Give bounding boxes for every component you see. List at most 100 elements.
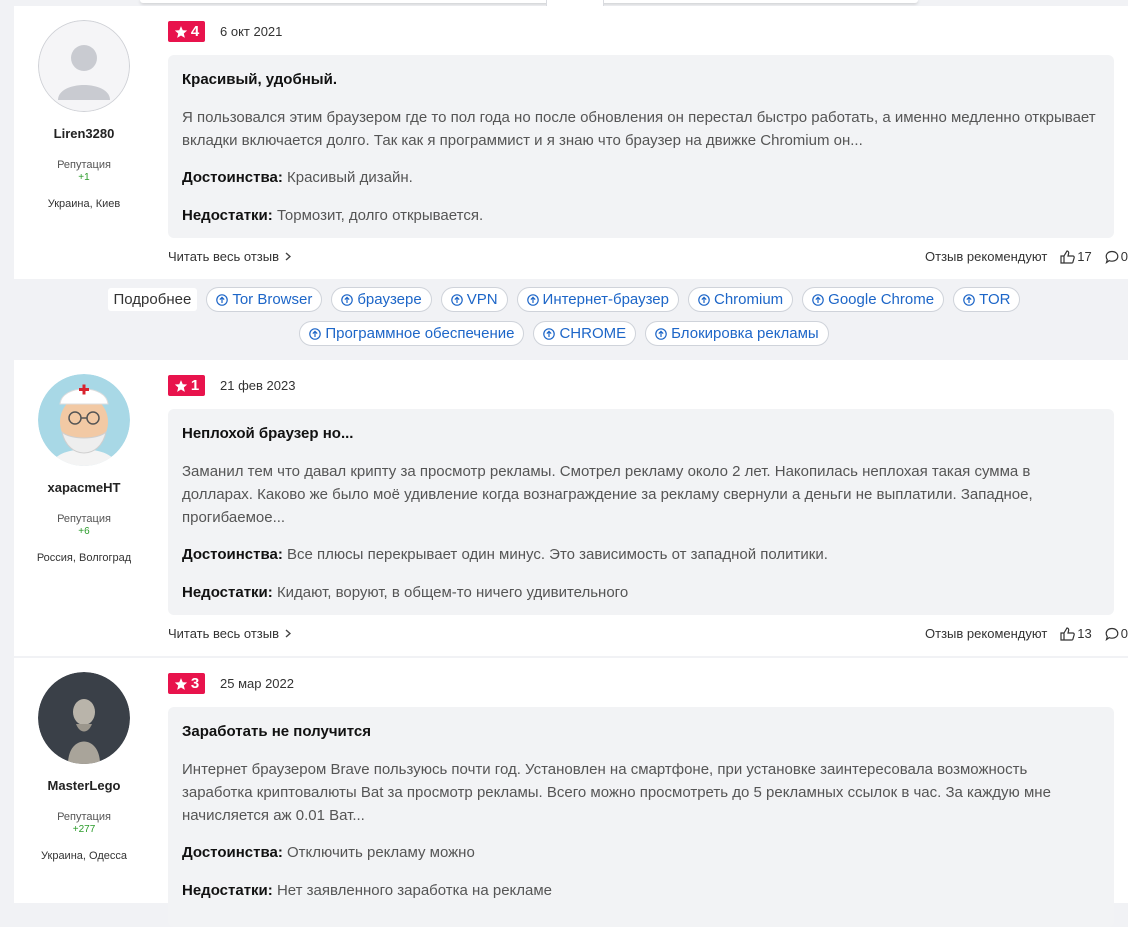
review-card: MasterLego Репутация +277 Украина, Одесс… xyxy=(14,658,1128,927)
tag-link[interactable]: Chromium xyxy=(687,287,794,312)
read-more-link[interactable]: Читать весь отзыв xyxy=(168,626,292,641)
like-button[interactable]: 13 xyxy=(1060,626,1092,641)
top-popup-edge xyxy=(140,0,918,3)
review-pros: Достоинства: Отключить рекламу можно xyxy=(182,841,1100,864)
read-more-label: Читать весь отзыв xyxy=(168,626,280,641)
tag-link[interactable]: VPN xyxy=(440,287,508,312)
pros-label: Достоинства: xyxy=(182,546,283,563)
username[interactable]: MasterLego xyxy=(14,778,154,793)
review-date: 25 мар 2022 xyxy=(220,676,295,691)
comment-count: 0 xyxy=(1120,626,1128,641)
recommend-block: Отзыв рекомендуют 13 0 xyxy=(925,626,1128,641)
tag-link[interactable]: Google Chrome xyxy=(802,287,945,312)
review-text: Интернет браузером Brave пользуюсь почти… xyxy=(182,761,1051,824)
arrow-up-circle-icon xyxy=(698,293,710,306)
rating-value: 1 xyxy=(190,377,200,394)
tag-link[interactable]: Tor Browser xyxy=(206,287,323,312)
tag-label: Интернет-браузер xyxy=(542,291,669,308)
review-cons: Недостатки: Кидают, воруют, в общем-то н… xyxy=(182,581,1100,604)
review-header: 1 21 фев 2023 xyxy=(168,375,295,396)
review-text: Я пользовался этим браузером где то пол … xyxy=(182,109,1096,149)
review-footer: Читать весь отзыв Отзыв рекомендуют 17 0 xyxy=(168,249,1128,264)
cons-text: Кидают, воруют, в общем-то ничего удивит… xyxy=(276,584,629,601)
avatar[interactable] xyxy=(38,20,130,112)
avatar[interactable] xyxy=(38,672,130,764)
tag-label: браузере xyxy=(357,291,422,308)
tags-row: Программное обеспечение CHROME Блокировк… xyxy=(0,321,1128,346)
tags-section: Подробнее Tor Browser браузере VPN Интер… xyxy=(0,287,1128,346)
rating-badge: 1 xyxy=(168,375,205,396)
cons-text: Тормозит, долго открывается. xyxy=(276,207,484,224)
review-cons: Недостатки: Нет заявленного заработка на… xyxy=(182,879,1100,902)
reputation-value: +1 xyxy=(78,172,90,183)
pros-text: Все плюсы перекрывает один минус. Это за… xyxy=(287,546,828,563)
reputation-label: Репутация xyxy=(57,811,111,823)
tag-link[interactable]: Программное обеспечение xyxy=(299,321,525,346)
tag-link[interactable]: Блокировка рекламы xyxy=(645,321,829,346)
thumbs-up-icon xyxy=(1060,249,1076,264)
arrow-up-circle-icon xyxy=(543,327,556,340)
like-count: 17 xyxy=(1077,249,1092,264)
review-author: MasterLego Репутация +277 Украина, Одесс… xyxy=(14,658,154,862)
review-cons: Недостатки: Тормозит, долго открывается. xyxy=(182,204,1100,227)
more-label: Подробнее xyxy=(107,288,198,311)
arrow-up-circle-icon xyxy=(216,293,229,306)
cons-label: Недостатки: xyxy=(182,584,273,601)
review-pros: Достоинства: Все плюсы перекрывает один … xyxy=(182,543,1100,566)
recommend-label: Отзыв рекомендуют xyxy=(925,249,1048,264)
reputation-label: Репутация xyxy=(57,159,111,171)
read-more-link[interactable]: Читать весь отзыв xyxy=(168,249,292,264)
arrow-up-circle-icon xyxy=(526,293,539,306)
review-text: Заманил тем что давал крипту за просмотр… xyxy=(182,463,1033,526)
like-count: 13 xyxy=(1077,626,1092,641)
reputation-label: Репутация xyxy=(57,513,111,525)
tag-label: CHROME xyxy=(559,325,627,342)
username[interactable]: Liren3280 xyxy=(14,126,154,141)
tag-label: Chromium xyxy=(713,291,784,308)
review-card: харасmeНТ Репутация +6 Россия, Волгоград… xyxy=(14,360,1128,656)
arrow-up-circle-icon xyxy=(655,327,667,340)
comment-count: 0 xyxy=(1120,249,1128,264)
review-date: 6 окт 2021 xyxy=(220,24,283,39)
comment-button[interactable]: 0 xyxy=(1105,626,1128,641)
review-title[interactable]: Красивый, удобный. xyxy=(182,71,1100,88)
tag-link[interactable]: Интернет-браузер xyxy=(516,287,679,312)
pros-text: Красивый дизайн. xyxy=(287,169,413,186)
tag-link[interactable]: браузере xyxy=(331,287,432,312)
review-title[interactable]: Заработать не получится xyxy=(182,723,1100,740)
review-header: 4 6 окт 2021 xyxy=(168,21,282,42)
author-location: Украина, Киев xyxy=(47,198,121,210)
review-header: 3 25 мар 2022 xyxy=(168,673,294,694)
avatar[interactable] xyxy=(38,374,130,466)
pros-label: Достоинства: xyxy=(182,169,283,186)
pros-text: Отключить рекламу можно xyxy=(287,844,475,861)
tag-link[interactable]: CHROME xyxy=(533,321,637,346)
review-body: Неплохой браузер но... Заманил тем что д… xyxy=(168,409,1114,615)
arrow-up-circle-icon xyxy=(341,293,354,306)
author-location: Россия, Волгоград xyxy=(36,552,132,564)
tags-row: Подробнее Tor Browser браузере VPN Интер… xyxy=(0,287,1128,312)
star-icon xyxy=(174,379,187,392)
comment-button[interactable]: 0 xyxy=(1105,249,1128,264)
review-title[interactable]: Неплохой браузер но... xyxy=(182,425,1100,442)
review-card: Liren3280 Репутация +1 Украина, Киев 4 6… xyxy=(14,6,1128,279)
reputation-value: +6 xyxy=(78,526,90,537)
recommend-label: Отзыв рекомендуют xyxy=(925,626,1048,641)
star-icon xyxy=(174,677,187,690)
chevron-right-icon xyxy=(285,629,292,638)
tag-label: Tor Browser xyxy=(232,291,313,308)
chevron-right-icon xyxy=(285,252,292,261)
like-button[interactable]: 17 xyxy=(1060,249,1092,264)
review-body: Заработать не получится Интернет браузер… xyxy=(168,707,1114,927)
thumbs-up-icon xyxy=(1060,626,1076,641)
rating-value: 4 xyxy=(190,23,200,40)
arrow-up-circle-icon xyxy=(309,327,322,340)
doctor-avatar-icon xyxy=(38,374,130,466)
default-avatar-icon xyxy=(38,20,130,112)
username[interactable]: харасmeНТ xyxy=(14,480,154,495)
tag-link[interactable]: TOR xyxy=(953,287,1021,312)
rating-badge: 3 xyxy=(168,673,205,694)
cons-label: Недостатки: xyxy=(182,207,273,224)
tag-label: Программное обеспечение xyxy=(325,325,515,342)
arrow-up-circle-icon xyxy=(812,293,824,306)
